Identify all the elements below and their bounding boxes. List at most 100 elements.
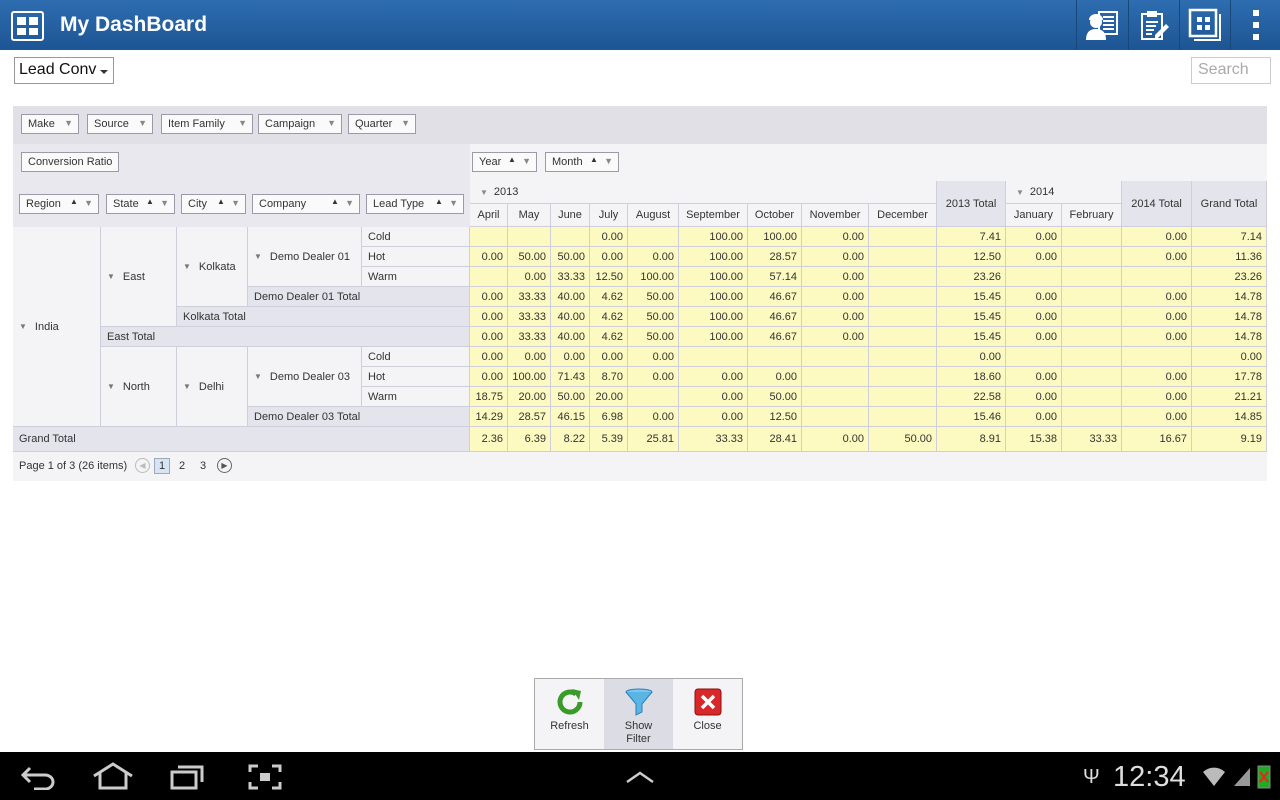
column-header-september[interactable]: September [679, 204, 748, 227]
collapse-icon[interactable]: ▼ [19, 322, 27, 331]
column-header-november[interactable]: November [802, 204, 869, 227]
collapse-icon[interactable]: ▼ [107, 272, 115, 281]
wifi-icon [1203, 767, 1225, 786]
sort-asc-icon[interactable]: ▲ [331, 197, 339, 206]
data-cell: 8.70 [590, 367, 628, 387]
column-header-may[interactable]: May [508, 204, 551, 227]
column-header-april[interactable]: April [470, 204, 508, 227]
filter-field-make[interactable]: Make ▼ [21, 114, 79, 134]
row-header-delhi[interactable]: ▼ Delhi [177, 347, 248, 427]
filter-field-quarter[interactable]: Quarter ▼ [348, 114, 416, 134]
row-field-company[interactable]: Company ▲ ▼ [252, 194, 360, 214]
data-cell [1122, 347, 1192, 367]
data-cell: 0.00 [590, 347, 628, 367]
row-header-dd03[interactable]: ▼ Demo Dealer 03 [248, 347, 362, 407]
filter-icon[interactable]: ▼ [64, 118, 73, 128]
filter-icon[interactable]: ▼ [138, 118, 147, 128]
search-input[interactable]: Search [1191, 57, 1271, 84]
data-cell: 33.33 [1062, 427, 1122, 452]
data-cell: 7.14 [1192, 227, 1267, 247]
collapse-icon[interactable]: ▼ [107, 382, 115, 391]
recent-apps-icon[interactable] [170, 764, 206, 790]
chevron-up-icon[interactable] [625, 770, 655, 784]
column-field-month[interactable]: Month ▲ ▼ [545, 152, 619, 172]
row-label: North [122, 380, 150, 393]
collapse-icon[interactable]: ▼ [254, 372, 262, 381]
filter-icon[interactable]: ▼ [327, 118, 336, 128]
overflow-menu-icon[interactable] [1230, 0, 1280, 50]
column-header-august[interactable]: August [628, 204, 679, 227]
clipboard-edit-icon[interactable] [1128, 0, 1179, 50]
prev-page-button[interactable]: ◀ [135, 458, 150, 473]
year-header-2014[interactable]: ▼ 2014 [1006, 181, 1122, 204]
sort-asc-icon[interactable]: ▲ [146, 197, 154, 206]
close-button[interactable]: Close [673, 679, 742, 749]
data-field-conversion-ratio[interactable]: Conversion Ratio [21, 152, 119, 172]
column-header-january[interactable]: January [1006, 204, 1062, 227]
refresh-button[interactable]: Refresh [535, 679, 604, 749]
row-field-state[interactable]: State ▲ ▼ [106, 194, 175, 214]
row-field-lead-type[interactable]: Lead Type ▲ ▼ [366, 194, 464, 214]
collapse-icon[interactable]: ▼ [1016, 188, 1024, 197]
filter-icon[interactable]: ▼ [84, 198, 93, 208]
sort-asc-icon[interactable]: ▲ [508, 155, 516, 164]
year-header-2013[interactable]: ▼ 2013 [470, 181, 937, 204]
column-header-july[interactable]: July [590, 204, 628, 227]
column-header-2013-total[interactable]: 2013 Total [937, 181, 1006, 227]
filter-icon[interactable]: ▼ [522, 156, 531, 166]
show-filter-button[interactable]: Show Filter [604, 679, 673, 749]
page-2-button[interactable]: 2 [179, 460, 185, 472]
filter-field-item-family[interactable]: Item Family ▼ [161, 114, 253, 134]
next-page-button[interactable]: ▶ [217, 458, 232, 473]
column-field-year[interactable]: Year ▲ ▼ [472, 152, 537, 172]
data-cell: 0.00 [802, 307, 869, 327]
row-field-region[interactable]: Region ▲ ▼ [19, 194, 99, 214]
back-icon[interactable] [20, 764, 56, 790]
report-select[interactable]: Lead Conv [14, 57, 114, 84]
filter-field-source[interactable]: Source ▼ [87, 114, 153, 134]
filter-icon[interactable]: ▼ [238, 118, 247, 128]
collapse-icon[interactable]: ▼ [183, 262, 191, 271]
row-header-warm2: Warm [362, 387, 470, 407]
filter-icon[interactable]: ▼ [401, 118, 410, 128]
data-cell: 0.00 [1122, 307, 1192, 327]
filter-icon[interactable]: ▼ [604, 156, 613, 166]
column-header-2014-total[interactable]: 2014 Total [1122, 181, 1192, 227]
column-header-grand-total[interactable]: Grand Total [1192, 181, 1267, 227]
sort-asc-icon[interactable]: ▲ [590, 155, 598, 164]
column-header-february[interactable]: February [1062, 204, 1122, 227]
column-header-october[interactable]: October [748, 204, 802, 227]
sort-asc-icon[interactable]: ▲ [217, 197, 225, 206]
dashboard-grid-icon[interactable] [1179, 0, 1230, 50]
screenshot-icon[interactable] [248, 764, 282, 790]
data-cell: 14.29 [470, 407, 508, 427]
data-cell: 50.00 [628, 287, 679, 307]
filter-field-campaign[interactable]: Campaign ▼ [258, 114, 342, 134]
sort-asc-icon[interactable]: ▲ [435, 197, 443, 206]
page-1-button[interactable]: 1 [154, 458, 170, 474]
filter-icon[interactable]: ▼ [449, 198, 458, 208]
collapse-icon[interactable]: ▼ [183, 382, 191, 391]
filter-icon[interactable]: ▼ [231, 198, 240, 208]
field-label: Lead Type [373, 198, 425, 210]
data-cell: 33.33 [551, 267, 590, 287]
row-header-dd01[interactable]: ▼ Demo Dealer 01 [248, 227, 362, 287]
row-header-kolkata[interactable]: ▼ Kolkata [177, 227, 248, 307]
page-3-button[interactable]: 3 [200, 460, 206, 472]
row-header-north[interactable]: ▼ North [101, 347, 177, 427]
column-header-june[interactable]: June [551, 204, 590, 227]
row-header-india[interactable]: ▼ India [13, 227, 101, 427]
column-header-december[interactable]: December [869, 204, 937, 227]
row-header-east[interactable]: ▼ East [101, 227, 177, 327]
home-icon[interactable] [92, 762, 134, 790]
data-cell [802, 387, 869, 407]
collapse-icon[interactable]: ▼ [480, 188, 488, 197]
worker-profile-icon[interactable] [1076, 0, 1127, 50]
filter-icon[interactable]: ▼ [345, 198, 354, 208]
filter-icon[interactable]: ▼ [160, 198, 169, 208]
data-cell [869, 327, 937, 347]
collapse-icon[interactable]: ▼ [254, 252, 262, 261]
app-menu-grid-icon[interactable] [11, 11, 44, 41]
sort-asc-icon[interactable]: ▲ [70, 197, 78, 206]
row-field-city[interactable]: City ▲ ▼ [181, 194, 246, 214]
